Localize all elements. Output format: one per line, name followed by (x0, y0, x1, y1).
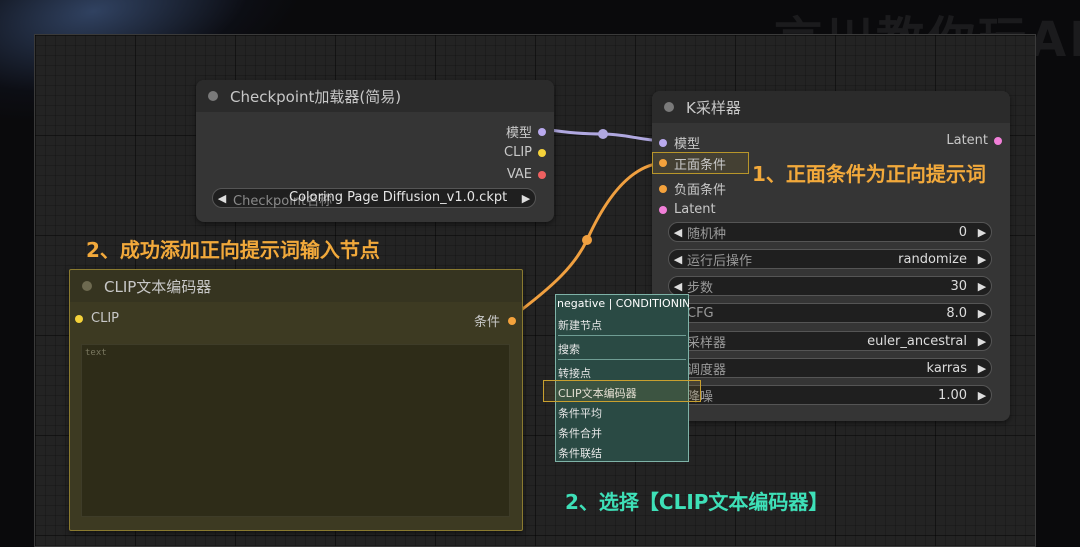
context-menu[interactable]: negative | CONDITIONING 新建节点 搜索 转接点 CLIP… (555, 294, 689, 462)
output-model-label: 模型 (505, 126, 532, 141)
input-model[interactable]: 模型 (659, 133, 700, 152)
input-model-label: 模型 (674, 137, 701, 152)
scheduler-label: 调度器 (687, 362, 727, 378)
prompt-textarea[interactable]: text (81, 344, 510, 517)
input-clip[interactable]: CLIP (75, 311, 119, 326)
arrow-left-icon[interactable]: ◀ (669, 280, 687, 293)
output-latent-label: Latent (946, 133, 988, 148)
output-clip-label: CLIP (504, 145, 532, 160)
menu-header: negative | CONDITIONING (557, 297, 689, 310)
sampler-label: 采样器 (687, 335, 727, 351)
arrow-right-icon[interactable]: ▶ (973, 362, 991, 375)
seed-value: 0 (958, 224, 967, 240)
menu-item-search[interactable]: 搜索 (556, 341, 690, 357)
control-after-generate-widget[interactable]: ◀ 运行后操作 randomize ▶ (668, 249, 992, 269)
clip-node-title[interactable]: CLIP文本编码器 (70, 270, 522, 302)
cfg-widget[interactable]: ◀ CFG 8.0 ▶ (668, 303, 992, 323)
denoise-value: 1.00 (938, 387, 967, 403)
menu-item-reroute[interactable]: 转接点 (556, 365, 690, 381)
steps-widget[interactable]: ◀ 步数 30 ▶ (668, 276, 992, 296)
input-negative-label: 负面条件 (674, 183, 727, 198)
seed-label: 随机种 (687, 226, 727, 242)
vae-pin-icon[interactable] (538, 170, 546, 179)
arrow-left-icon[interactable]: ◀ (669, 253, 687, 266)
ksampler-node-title[interactable]: K采样器 (652, 91, 1010, 123)
sampler-value: euler_ancestral (867, 333, 967, 349)
clip-text-encoder-node[interactable]: CLIP文本编码器 CLIP 条件 text (69, 269, 523, 531)
scheduler-widget[interactable]: ◀ 调度器 karras ▶ (668, 358, 992, 378)
output-vae[interactable]: VAE (507, 167, 546, 182)
checkpoint-node-title[interactable]: Checkpoint加载器(简易) (196, 80, 554, 112)
positive-pin-icon[interactable] (659, 159, 667, 167)
cfg-label: CFG (687, 305, 714, 321)
latent-out-pin-icon[interactable] (994, 136, 1002, 145)
collapse-dot-icon[interactable] (208, 91, 218, 101)
menu-highlight-box (543, 380, 701, 402)
model-pin-icon[interactable] (538, 127, 546, 136)
annotation-node-added: 2、成功添加正向提示词输入节点 (86, 238, 380, 262)
input-clip-label: CLIP (91, 311, 119, 326)
menu-item-conditioning-average[interactable]: 条件平均 (556, 405, 690, 421)
arrow-right-icon[interactable]: ▶ (973, 280, 991, 293)
annotation-positive-condition: 1、正面条件为正向提示词 (752, 162, 986, 186)
denoise-label: 降噪 (687, 389, 714, 405)
output-clip[interactable]: CLIP (504, 145, 546, 160)
menu-item-conditioning-concat[interactable]: 条件联结 (556, 445, 690, 461)
prompt-placeholder: text (85, 348, 107, 358)
menu-item-conditioning-combine[interactable]: 条件合并 (556, 425, 690, 441)
steps-value: 30 (950, 278, 967, 294)
menu-divider (558, 359, 686, 360)
denoise-widget[interactable]: ◀ 降噪 1.00 ▶ (668, 385, 992, 405)
input-latent-label: Latent (674, 202, 716, 217)
arrow-right-icon[interactable]: ▶ (973, 389, 991, 402)
input-positive[interactable]: 正面条件 (652, 152, 749, 174)
output-latent[interactable]: Latent (946, 133, 1002, 148)
arrow-right-icon[interactable]: ▶ (973, 335, 991, 348)
control-after-generate-value: randomize (898, 251, 967, 267)
input-negative[interactable]: 负面条件 (659, 179, 726, 198)
scheduler-value: karras (926, 360, 967, 376)
seed-widget[interactable]: ◀ 随机种 0 ▶ (668, 222, 992, 242)
collapse-dot-icon[interactable] (82, 281, 92, 291)
menu-divider (558, 335, 686, 336)
menu-item-new-node[interactable]: 新建节点 (556, 317, 690, 333)
clip-pin-icon[interactable] (75, 314, 83, 323)
clip-pin-icon[interactable] (538, 148, 546, 157)
arrow-right-icon[interactable]: ▶ (973, 307, 991, 320)
control-after-generate-label: 运行后操作 (687, 253, 753, 269)
output-model[interactable]: 模型 (506, 122, 546, 141)
checkpoint-title-text: Checkpoint加载器(简易) (230, 87, 402, 106)
input-positive-label: 正面条件 (674, 157, 727, 173)
cfg-value: 8.0 (946, 305, 967, 321)
output-conditioning[interactable]: 条件 (474, 311, 516, 330)
checkpoint-widget-value: Coloring Page Diffusion_v1.0.ckpt (289, 190, 508, 205)
checkpoint-name-widget[interactable]: ◀ Checkpoint名称 Coloring Page Diffusion_v… (212, 188, 536, 209)
annotation-select-clip: 2、选择【CLIP文本编码器】 (565, 490, 829, 514)
output-conditioning-label: 条件 (473, 315, 500, 330)
ksampler-title-text: K采样器 (686, 98, 741, 117)
ksampler-node[interactable]: K采样器 模型 正面条件 负面条件 Latent Latent ◀ 随机种 0 … (652, 91, 1010, 421)
output-vae-label: VAE (506, 167, 532, 182)
sampler-widget[interactable]: ◀ 采样器 euler_ancestral ▶ (668, 331, 992, 351)
arrow-right-icon[interactable]: ▶ (517, 192, 535, 205)
collapse-dot-icon[interactable] (664, 102, 674, 112)
arrow-left-icon[interactable]: ◀ (213, 192, 231, 205)
checkpoint-loader-node[interactable]: Checkpoint加载器(简易) 模型 CLIP VAE ◀ Checkpoi… (196, 80, 554, 222)
latent-pin-icon[interactable] (659, 205, 667, 214)
input-latent[interactable]: Latent (659, 202, 716, 217)
arrow-left-icon[interactable]: ◀ (669, 226, 687, 239)
model-pin-icon[interactable] (659, 138, 667, 147)
negative-pin-icon[interactable] (659, 184, 667, 193)
arrow-right-icon[interactable]: ▶ (973, 226, 991, 239)
arrow-right-icon[interactable]: ▶ (973, 253, 991, 266)
steps-label: 步数 (687, 280, 714, 296)
conditioning-pin-icon[interactable] (508, 316, 516, 325)
clip-title-text: CLIP文本编码器 (104, 277, 212, 296)
